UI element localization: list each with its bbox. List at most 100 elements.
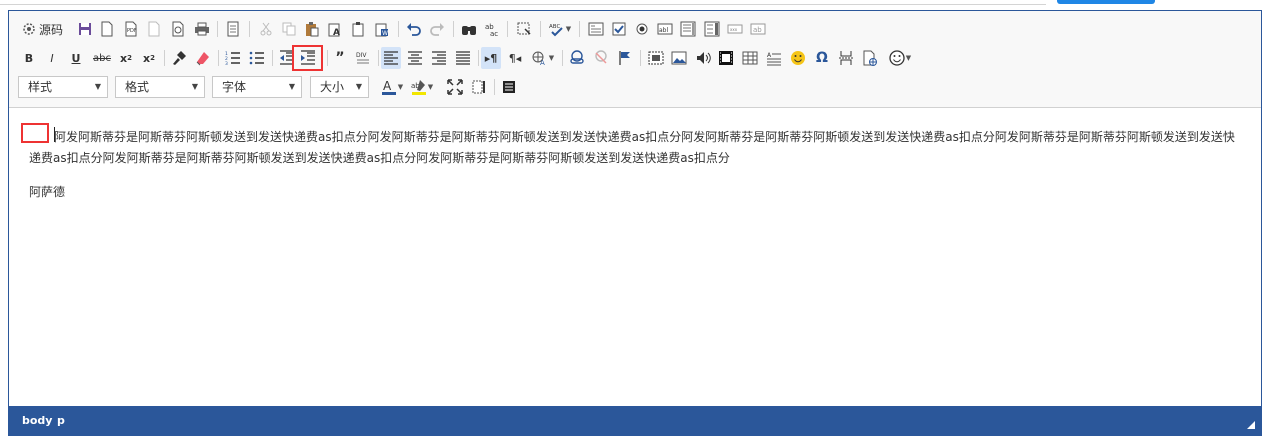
new-page-icon[interactable] xyxy=(97,18,117,40)
paste-word2-icon[interactable]: W xyxy=(372,18,392,40)
content-paragraph[interactable]: 阿发阿斯蒂芬是阿斯蒂芬阿斯顿发送到发送快递费as扣点分阿发阿斯蒂芬是阿斯蒂芬阿斯… xyxy=(29,127,1244,169)
size-combo[interactable]: 大小 ▼ xyxy=(310,76,369,98)
source-button[interactable]: 源码 xyxy=(21,18,67,40)
underline-icon[interactable]: U xyxy=(66,47,86,69)
bulleted-list-icon[interactable] xyxy=(247,47,267,69)
indent-button[interactable] xyxy=(292,45,323,71)
svg-text:A: A xyxy=(540,59,545,66)
redo-icon[interactable] xyxy=(427,18,447,40)
undo-icon[interactable] xyxy=(404,18,424,40)
svg-text:3: 3 xyxy=(225,61,228,66)
video-icon[interactable] xyxy=(716,47,736,69)
paste-icon[interactable] xyxy=(302,18,322,40)
iframe-icon[interactable] xyxy=(646,47,666,69)
paste-text-icon[interactable]: A xyxy=(325,18,345,40)
path-item-p[interactable]: p xyxy=(57,406,65,435)
checkbox-icon[interactable] xyxy=(609,18,629,40)
page-break-icon[interactable] xyxy=(836,47,856,69)
toolbar-separator xyxy=(272,50,273,66)
file-icon[interactable] xyxy=(860,47,880,69)
form-icon[interactable] xyxy=(586,18,606,40)
content-paragraph[interactable]: 阿萨德 xyxy=(29,182,1244,203)
link-icon[interactable] xyxy=(567,47,587,69)
svg-text:ab: ab xyxy=(753,26,762,34)
rtl-icon[interactable]: ¶◂ xyxy=(505,47,525,69)
chevron-down-icon: ▼ xyxy=(355,82,362,91)
justify-icon[interactable] xyxy=(453,47,473,69)
emoji-icon[interactable]: ▼ xyxy=(886,47,914,69)
toolbar-separator xyxy=(218,50,219,66)
format-combo-label: 格式 xyxy=(125,80,150,94)
select-all-icon[interactable] xyxy=(514,18,534,40)
svg-text:DIV: DIV xyxy=(356,52,367,59)
toolbar-separator xyxy=(640,50,641,66)
toolbar-separator xyxy=(494,79,495,95)
anchor-icon[interactable] xyxy=(615,47,635,69)
select-icon[interactable] xyxy=(702,18,722,40)
spellcheck-icon[interactable]: ABC ▼ xyxy=(547,18,573,40)
smiley-icon[interactable] xyxy=(788,47,808,69)
maximize-icon[interactable] xyxy=(445,76,465,98)
unlink-icon[interactable] xyxy=(591,47,611,69)
paste-word-icon[interactable] xyxy=(349,18,369,40)
horizontal-rule-icon[interactable]: A xyxy=(764,47,784,69)
remove-format-icon[interactable] xyxy=(193,47,213,69)
path-item-body[interactable]: body xyxy=(22,406,52,435)
show-blocks-icon[interactable] xyxy=(469,76,489,98)
top-search-field-edge[interactable] xyxy=(0,0,1046,5)
resize-handle-icon[interactable] xyxy=(1247,421,1255,429)
find-icon[interactable] xyxy=(459,18,479,40)
align-right-icon[interactable] xyxy=(429,47,449,69)
toolbar-separator xyxy=(164,50,165,66)
language-icon[interactable]: A ▼ xyxy=(529,47,557,69)
rich-text-editor: 源码 PDF A W ab ac ABC ▼ abl xxx ab B I U … xyxy=(8,10,1262,436)
pdf-icon[interactable]: PDF xyxy=(121,18,141,40)
format-painter-icon[interactable] xyxy=(169,47,189,69)
blockquote-icon[interactable]: ” xyxy=(330,47,350,69)
cut-icon[interactable] xyxy=(256,18,276,40)
copy-icon[interactable] xyxy=(279,18,299,40)
print-preview-icon[interactable] xyxy=(168,18,188,40)
editor-content[interactable]: 阿发阿斯蒂芬是阿斯蒂芬阿斯顿发送到发送快递费as扣点分阿发阿斯蒂芬是阿斯蒂芬阿斯… xyxy=(9,108,1261,406)
font-combo[interactable]: 字体 ▼ xyxy=(212,76,302,98)
style-combo-label: 样式 xyxy=(28,80,53,94)
style-combo[interactable]: 样式 ▼ xyxy=(18,76,108,98)
superscript-icon[interactable]: x2 xyxy=(139,47,159,69)
radio-icon[interactable] xyxy=(632,18,652,40)
chevron-down-icon: ▼ xyxy=(565,25,572,33)
subscript-icon[interactable]: x2 xyxy=(116,47,136,69)
bold-icon[interactable]: B xyxy=(19,47,39,69)
align-left-icon[interactable] xyxy=(381,47,401,69)
print-icon[interactable] xyxy=(192,18,212,40)
element-path-bar: body p xyxy=(9,406,1261,435)
image-icon[interactable] xyxy=(669,47,689,69)
italic-icon[interactable]: I xyxy=(42,47,62,69)
save-icon[interactable] xyxy=(75,18,95,40)
audio-icon[interactable] xyxy=(693,47,713,69)
bg-color-icon[interactable]: ab ▼ xyxy=(409,76,435,98)
textfield-icon[interactable]: abl xyxy=(655,18,675,40)
div-icon[interactable]: DIV xyxy=(353,47,373,69)
toolbar-collapse-icon[interactable] xyxy=(499,76,519,98)
toolbar-separator xyxy=(478,50,479,66)
align-center-icon[interactable] xyxy=(405,47,425,69)
templates-icon[interactable] xyxy=(223,18,243,40)
textarea-icon[interactable] xyxy=(678,18,698,40)
table-icon[interactable] xyxy=(740,47,760,69)
svg-text:W: W xyxy=(382,30,388,37)
numbered-list-icon[interactable]: 123 xyxy=(223,47,243,69)
preview-icon[interactable] xyxy=(144,18,164,40)
font-combo-label: 字体 xyxy=(222,80,247,94)
replace-icon[interactable]: ab ac xyxy=(482,18,502,40)
format-combo[interactable]: 格式 ▼ xyxy=(115,76,205,98)
ltr-icon[interactable]: ▸¶ xyxy=(481,47,501,69)
chevron-down-icon: ▼ xyxy=(427,83,434,91)
chevron-down-icon: ▼ xyxy=(94,82,101,91)
button-icon[interactable]: xxx xyxy=(725,18,745,40)
imagebutton-icon[interactable]: ab xyxy=(748,18,768,40)
special-char-icon[interactable]: Ω xyxy=(812,47,832,69)
strike-icon[interactable]: abc xyxy=(91,47,113,69)
toolbar-separator xyxy=(507,21,508,37)
top-primary-button[interactable] xyxy=(1057,0,1155,4)
text-color-icon[interactable]: A ▼ xyxy=(379,76,405,98)
